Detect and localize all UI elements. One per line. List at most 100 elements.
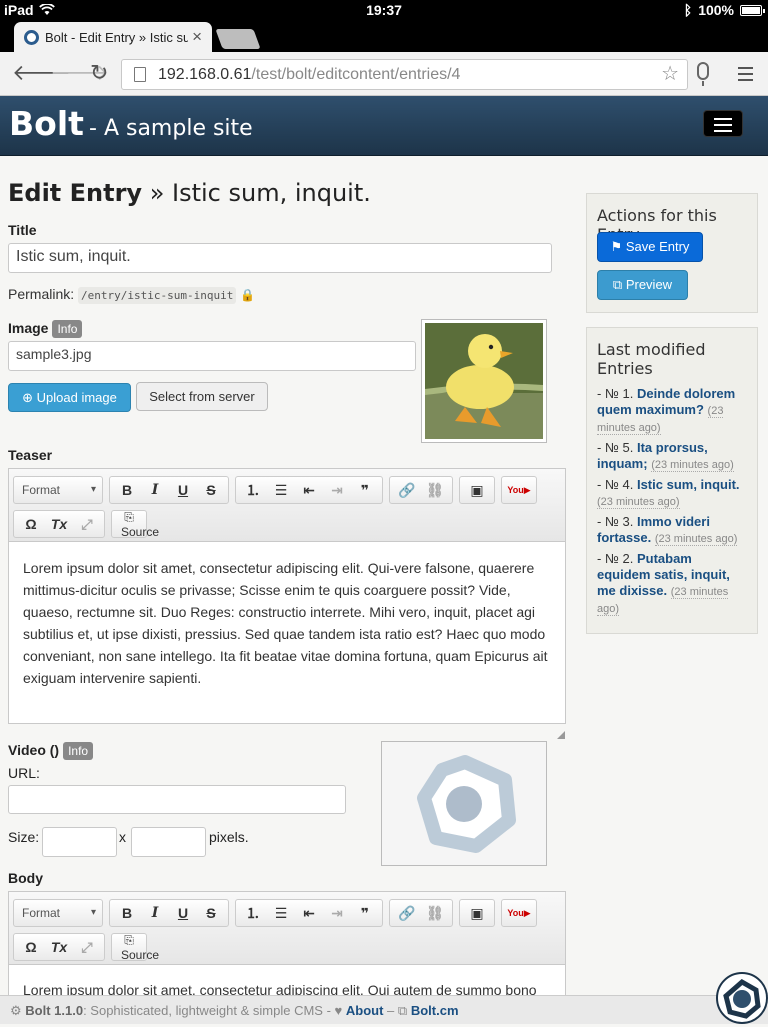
clock: 19:37: [366, 2, 402, 18]
pixels-label: pixels.: [209, 829, 249, 845]
page-title-rest: » Istic sum, inquit.: [142, 179, 371, 207]
body-content[interactable]: Lorem ipsum dolor sit amet, consectetur …: [9, 965, 565, 995]
outdent-icon[interactable]: ⇤: [295, 905, 323, 922]
preview-button[interactable]: ⧉ Preview: [597, 270, 688, 300]
unlink-icon[interactable]: ⛓: [421, 482, 449, 499]
permalink-slug[interactable]: /entry/istic-sum-inquit: [78, 287, 237, 304]
special-char-icon[interactable]: Ω: [17, 516, 45, 532]
resize-handle-icon[interactable]: [557, 731, 565, 739]
video-placeholder-icon: [417, 755, 516, 853]
video-height-input[interactable]: [131, 827, 206, 857]
link-icon[interactable]: 🔗: [393, 482, 421, 499]
youtube-icon[interactable]: You▶: [505, 485, 533, 496]
external-link-icon: ⧉: [612, 277, 626, 292]
strikethrough-icon[interactable]: S: [197, 905, 225, 921]
image-info-badge[interactable]: Info: [52, 320, 83, 338]
bolt-logo-icon[interactable]: [716, 972, 768, 1024]
video-label: Video (): [8, 742, 60, 758]
lock-icon[interactable]: 🔒: [240, 288, 255, 302]
main-content: Edit Entry » Istic sum, inquit. Title Is…: [0, 157, 768, 995]
entry-number: - № 1.: [597, 386, 634, 401]
special-char-icon[interactable]: Ω: [17, 939, 45, 955]
outdent-icon[interactable]: ⇤: [295, 482, 323, 499]
footer-tagline: : Sophisticated, lightweight & simple CM…: [83, 1003, 331, 1018]
italic-icon[interactable]: I: [141, 482, 169, 498]
teaser-label: Teaser: [8, 447, 53, 463]
teaser-content[interactable]: Lorem ipsum dolor sit amet, consectetur …: [9, 542, 565, 704]
image-filename-input[interactable]: sample3.jpg: [8, 341, 416, 371]
browser-tab-active[interactable]: Bolt - Edit Entry » Istic sum ×: [14, 22, 212, 52]
page-title-bold: Edit Entry: [8, 179, 143, 207]
underline-icon[interactable]: U: [169, 482, 197, 498]
tab-close-icon[interactable]: ×: [192, 27, 202, 47]
teaser-format-select[interactable]: Format: [13, 476, 103, 504]
address-bar[interactable]: 192.168.0.61/test/bolt/editcontent/entri…: [121, 59, 688, 90]
new-tab-button[interactable]: [215, 29, 261, 49]
bullet-list-icon[interactable]: ☰: [267, 905, 295, 922]
reload-icon[interactable]: ↻: [90, 60, 108, 86]
indent-icon[interactable]: ⇥: [323, 905, 351, 922]
maximize-icon[interactable]: ⤢: [73, 516, 101, 533]
youtube-icon[interactable]: You▶: [505, 908, 533, 919]
unlink-icon[interactable]: ⛓: [421, 905, 449, 922]
bolt-cm-link[interactable]: Bolt.cm: [411, 1003, 459, 1018]
image-icon[interactable]: ▣: [463, 905, 491, 922]
site-header: Bolt - A sample site: [0, 96, 768, 156]
blockquote-icon[interactable]: ❞: [351, 482, 379, 499]
save-label: Save Entry: [625, 239, 690, 254]
actions-panel: Actions for this Entry ⚑ Save Entry ⧉ Pr…: [586, 193, 758, 313]
blockquote-icon[interactable]: ❞: [351, 905, 379, 922]
bold-icon[interactable]: B: [113, 905, 141, 921]
microphone-icon[interactable]: [697, 62, 709, 86]
image-label-row: Image Info: [8, 320, 83, 338]
video-info-badge[interactable]: Info: [63, 742, 94, 760]
browser-toolbar: 🡐 🡒 ↻ 192.168.0.61/test/bolt/editcontent…: [0, 52, 768, 96]
bolt-favicon-icon: [24, 29, 39, 45]
gear-icon: ⚙: [10, 1003, 26, 1018]
link-icon[interactable]: 🔗: [393, 905, 421, 922]
site-brand[interactable]: Bolt - A sample site: [9, 104, 253, 143]
external-link-icon: ⧉: [397, 1003, 408, 1018]
upload-image-button[interactable]: ⊕ Upload image: [8, 383, 131, 412]
brand-name: Bolt: [9, 104, 84, 143]
title-label: Title: [8, 222, 37, 238]
bullet-list-icon[interactable]: ☰: [267, 482, 295, 499]
indent-icon[interactable]: ⇥: [323, 482, 351, 499]
upload-icon: ⊕: [22, 390, 37, 405]
browser-menu-icon[interactable]: [738, 67, 753, 85]
bold-icon[interactable]: B: [113, 482, 141, 498]
url-label: URL:: [8, 765, 40, 781]
body-format-select[interactable]: Format: [13, 899, 103, 927]
remove-format-icon[interactable]: Tx: [45, 939, 73, 955]
maximize-icon[interactable]: ⤢: [73, 939, 101, 956]
permalink-row: Permalink: /entry/istic-sum-inquit 🔒: [8, 286, 255, 304]
image-label: Image: [8, 320, 49, 336]
italic-icon[interactable]: I: [141, 905, 169, 921]
video-width-input[interactable]: [42, 827, 117, 857]
numbered-list-icon[interactable]: ⒈: [239, 480, 267, 500]
select-from-server-button[interactable]: Select from server: [136, 382, 268, 411]
save-entry-button[interactable]: ⚑ Save Entry: [597, 232, 703, 262]
underline-icon[interactable]: U: [169, 905, 197, 921]
ios-status-bar: iPad 19:37 ᛒ 100%: [0, 0, 768, 20]
duckling-image: [425, 323, 543, 439]
source-icon: ⎘: [124, 932, 134, 947]
video-url-input[interactable]: [8, 785, 346, 814]
remove-format-icon[interactable]: Tx: [45, 516, 73, 532]
entry-link[interactable]: Istic sum, inquit.: [637, 477, 740, 492]
list-item: - № 3. Immo videri fortasse. (23 minutes…: [597, 514, 747, 547]
image-thumbnail[interactable]: [421, 319, 547, 443]
bookmark-star-icon[interactable]: ☆: [661, 60, 679, 89]
list-item: - № 2. Putabam equidem satis, inquit, me…: [597, 551, 747, 617]
body-editor: Format BIUS ⒈☰⇤⇥❞ 🔗⛓ ▣ You▶ ΩTx⤢ ⎘ Sourc…: [8, 891, 566, 995]
hamburger-menu-icon[interactable]: [703, 110, 743, 137]
title-input[interactable]: Istic sum, inquit.: [8, 243, 552, 273]
about-link[interactable]: About: [346, 1003, 384, 1018]
source-button[interactable]: ⎘ Source: [115, 510, 159, 539]
last-modified-panel: Last modified Entries - № 1. Deinde dolo…: [586, 327, 758, 634]
image-icon[interactable]: ▣: [463, 482, 491, 499]
numbered-list-icon[interactable]: ⒈: [239, 903, 267, 923]
teaser-editor: Format BIUS ⒈☰⇤⇥❞ 🔗⛓ ▣ You▶ ΩTx⤢ ⎘ Sourc…: [8, 468, 566, 724]
strikethrough-icon[interactable]: S: [197, 482, 225, 498]
source-button[interactable]: ⎘ Source: [115, 932, 159, 962]
